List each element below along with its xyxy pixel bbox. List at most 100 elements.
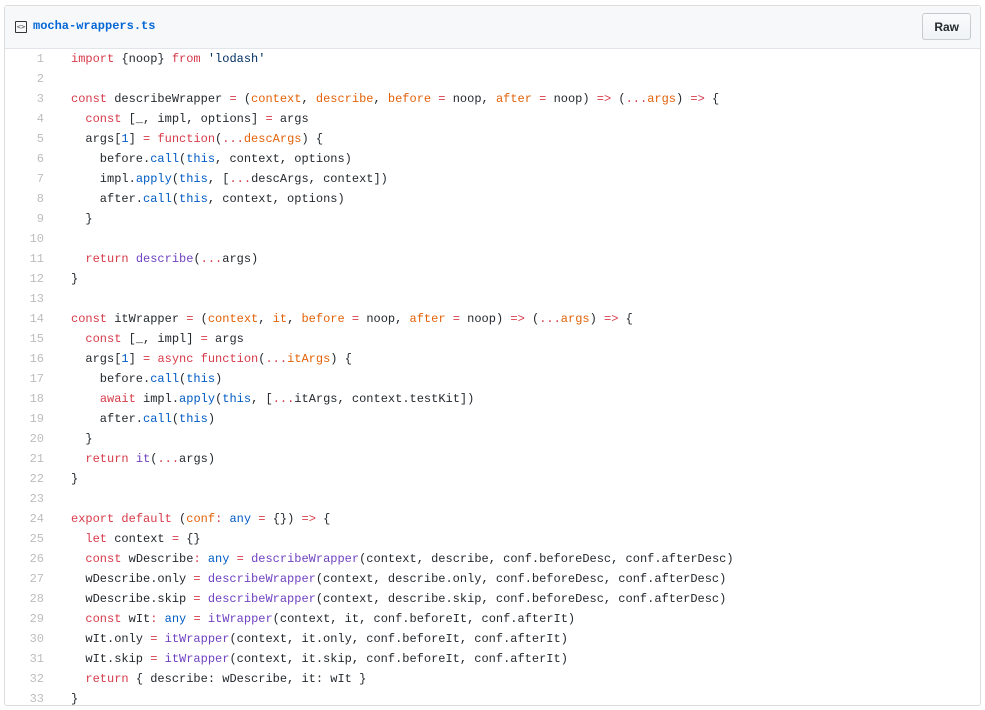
code-token: this [186, 372, 216, 386]
line-number[interactable]: 27 [5, 569, 44, 589]
line-content [44, 489, 71, 509]
code-token: call [150, 152, 180, 166]
line-number[interactable]: 25 [5, 529, 44, 549]
line-number[interactable]: 29 [5, 609, 44, 629]
file-name-link[interactable]: mocha-wrappers.ts [33, 19, 155, 33]
line-number[interactable]: 4 [5, 109, 44, 129]
code-token: args [272, 112, 309, 126]
code-token: , context, options) [215, 152, 352, 166]
code-token: describeWrapper [207, 592, 316, 606]
line-number[interactable]: 14 [5, 309, 44, 329]
line-number[interactable]: 8 [5, 189, 44, 209]
line-number[interactable]: 1 [5, 49, 44, 69]
code-token: , [258, 312, 273, 326]
line-content: before.call(this, context, options) [44, 149, 352, 169]
line-number[interactable]: 15 [5, 329, 44, 349]
code-token: call [143, 192, 172, 206]
line-number[interactable]: 31 [5, 649, 44, 669]
line-number[interactable]: 20 [5, 429, 44, 449]
line-number[interactable]: 30 [5, 629, 44, 649]
code-token: ) { [301, 132, 324, 146]
code-token: from [171, 52, 201, 66]
code-line: 30 wIt.only = itWrapper(context, it.only… [5, 629, 980, 649]
raw-button[interactable]: Raw [922, 13, 971, 40]
code-token: {}) [272, 512, 302, 526]
code-token: (context, describe.only, conf.beforeDesc… [315, 572, 727, 586]
code-line: 10 [5, 229, 980, 249]
line-number[interactable]: 9 [5, 209, 44, 229]
line-number[interactable]: 3 [5, 89, 44, 109]
line-number[interactable]: 2 [5, 69, 44, 89]
line-number[interactable]: 22 [5, 469, 44, 489]
line-content [44, 289, 71, 309]
code-token: = [200, 332, 208, 346]
line-content: args[1] = async function(...itArgs) { [44, 349, 352, 369]
line-number[interactable]: 23 [5, 489, 44, 509]
code-token: call [143, 412, 172, 426]
code-line: 32 return { describe: wDescribe, it: wIt… [5, 669, 980, 689]
line-content: after.call(this) [44, 409, 215, 429]
line-number[interactable]: 26 [5, 549, 44, 569]
line-number[interactable]: 11 [5, 249, 44, 269]
code-token: , [ [251, 392, 273, 406]
code-token: ... [157, 452, 180, 466]
line-number[interactable]: 21 [5, 449, 44, 469]
code-token: , [ [207, 172, 230, 186]
line-number[interactable]: 12 [5, 269, 44, 289]
code-token: args) [179, 452, 216, 466]
code-token: any [207, 552, 230, 566]
line-number[interactable]: 24 [5, 509, 44, 529]
code-token: ... [539, 312, 561, 326]
line-number[interactable]: 10 [5, 229, 44, 249]
code-token: args) [222, 252, 259, 266]
line-content: args[1] = function(...descArgs) { [44, 129, 323, 149]
line-number[interactable]: 16 [5, 349, 44, 369]
code-token: apply [135, 172, 172, 186]
code-line: 33} [5, 689, 980, 709]
code-line: 21 return it(...args) [5, 449, 980, 469]
line-number[interactable]: 32 [5, 669, 44, 689]
code-token: : [193, 552, 201, 566]
code-token: ) [207, 412, 216, 426]
line-number[interactable]: 17 [5, 369, 44, 389]
code-token: => [301, 512, 316, 526]
code-token: context [107, 532, 172, 546]
line-number[interactable]: 33 [5, 689, 44, 709]
code-token: { [704, 92, 720, 106]
line-number[interactable]: 7 [5, 169, 44, 189]
code-token: ... [265, 352, 288, 366]
code-line: 22} [5, 469, 980, 489]
code-file-icon: <> [15, 21, 27, 33]
code-token: ... [200, 252, 223, 266]
code-token: const [85, 612, 122, 626]
line-number[interactable]: 19 [5, 409, 44, 429]
line-number[interactable]: 13 [5, 289, 44, 309]
code-token: describe [135, 252, 194, 266]
code-token: await [99, 392, 136, 406]
code-token: 1 [121, 132, 129, 146]
line-number[interactable]: 28 [5, 589, 44, 609]
line-number[interactable]: 18 [5, 389, 44, 409]
code-token: context [251, 92, 302, 106]
code-line: 19 after.call(this) [5, 409, 980, 429]
code-line: 12} [5, 269, 980, 289]
code-token: ... [222, 132, 244, 146]
code-token: = [186, 612, 208, 626]
code-token: descArgs [243, 132, 302, 146]
code-token: ( [171, 172, 180, 186]
code-line: 27 wDescribe.only = describeWrapper(cont… [5, 569, 980, 589]
code-token: ( [524, 312, 540, 326]
code-token: [_, impl] [121, 332, 201, 346]
line-number[interactable]: 5 [5, 129, 44, 149]
line-number[interactable]: 6 [5, 149, 44, 169]
gist-file: <> mocha-wrappers.ts Raw 1 import {noop} … [4, 5, 981, 706]
code-token: impl. [135, 392, 180, 406]
code-line: 26 const wDescribe: any = describeWrappe… [5, 549, 980, 569]
